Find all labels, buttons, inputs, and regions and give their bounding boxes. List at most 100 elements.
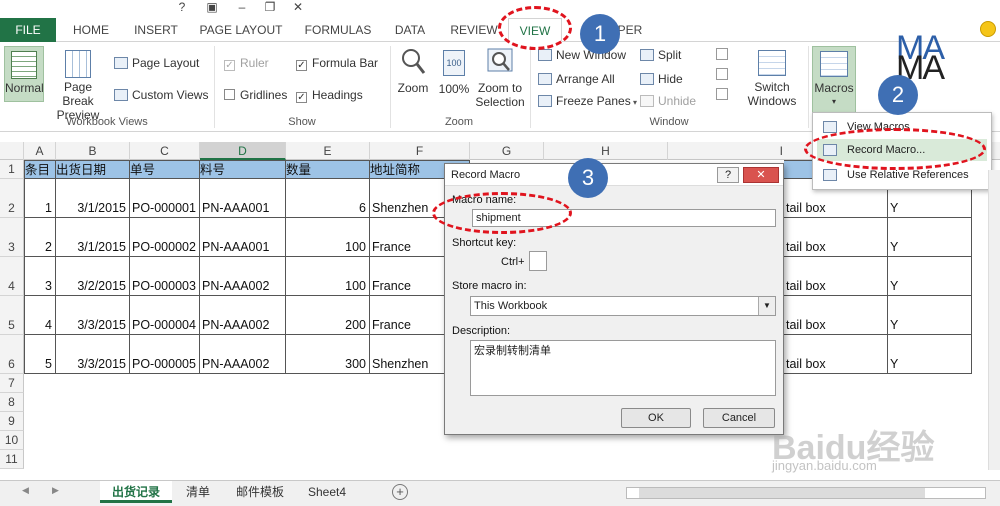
table-cell[interactable]: PN-AAA002 [200,257,286,296]
column-header[interactable]: A [24,142,56,160]
help-icon[interactable]: ? [170,0,194,16]
side-by-side-icons[interactable] [716,48,730,108]
column-header[interactable]: G [470,142,544,160]
freeze-panes-button[interactable]: Freeze Panes ▾ [538,92,637,110]
description-textarea[interactable]: 宏录制转制清单 [470,340,776,396]
row-header[interactable]: 11 [0,450,24,469]
store-macro-select[interactable]: This Workbook [470,296,776,316]
table-cell[interactable]: 300 [286,335,370,374]
tab-page-layout[interactable]: PAGE LAYOUT [194,18,288,42]
shortcut-key-input[interactable] [529,251,547,271]
row-header[interactable]: 1 [0,160,24,179]
table-cell[interactable]: tail box [784,257,888,296]
add-sheet-icon[interactable]: + [392,484,408,500]
table-cell[interactable]: PO-000002 [130,218,200,257]
row-header[interactable]: 3 [0,218,24,257]
sheet-tab-active[interactable]: 出货记录 [100,481,172,503]
table-cell[interactable]: PO-000005 [130,335,200,374]
row-header[interactable]: 4 [0,257,24,296]
table-cell[interactable]: 100 [286,257,370,296]
table-cell[interactable]: 3/1/2015 [56,179,130,218]
row-header[interactable]: 6 [0,335,24,374]
table-cell[interactable]: tail box [784,335,888,374]
normal-view-button[interactable]: Normal [4,46,44,102]
smiley-feedback-icon[interactable] [980,21,996,37]
macros-button[interactable]: Macros ▾ [812,46,856,114]
minimize-icon[interactable]: ‒ [230,0,254,16]
row-header[interactable]: 9 [0,412,24,431]
scrollbar-thumb[interactable] [639,488,925,498]
scroll-right-icon[interactable]: ▶ [52,485,59,496]
table-cell[interactable]: tail box [784,218,888,257]
tab-home[interactable]: HOME [66,18,116,42]
tab-review[interactable]: REVIEW [446,18,502,42]
table-cell[interactable]: PN-AAA001 [200,218,286,257]
table-cell[interactable]: PO-000003 [130,257,200,296]
header-cell[interactable]: 单号 [130,160,200,179]
tab-formulas[interactable]: FORMULAS [298,18,378,42]
table-cell[interactable]: Y [888,257,972,296]
sheet-tab[interactable]: Sheet4 [300,481,354,503]
table-cell[interactable]: PO-000001 [130,179,200,218]
row-header[interactable]: 5 [0,296,24,335]
table-cell[interactable]: 3/2/2015 [56,257,130,296]
table-cell[interactable]: 3/3/2015 [56,335,130,374]
dropdown-arrow-icon[interactable]: ▼ [758,297,775,315]
table-cell[interactable]: 4 [24,296,56,335]
table-cell[interactable]: 2 [24,218,56,257]
row-header[interactable]: 2 [0,179,24,218]
table-cell[interactable]: 3/1/2015 [56,218,130,257]
scroll-left-icon[interactable]: ◀ [22,485,29,496]
zoom-100-button[interactable]: 100 100% [436,46,472,102]
horizontal-scrollbar[interactable] [626,487,986,499]
custom-views-button[interactable]: Custom Views [114,86,208,104]
hide-button[interactable]: Hide [640,70,683,88]
arrange-all-button[interactable]: Arrange All [538,70,615,88]
dialog-close-button[interactable]: ✕ [743,167,779,183]
header-cell[interactable]: 数量 [286,160,370,179]
column-header[interactable]: B [56,142,130,160]
table-cell[interactable]: 5 [24,335,56,374]
close-icon[interactable]: ✕ [286,0,310,16]
ruler-checkbox[interactable]: ✓ Ruler [224,54,269,72]
table-cell[interactable]: Y [888,296,972,335]
table-cell[interactable]: 1 [24,179,56,218]
sheet-tab[interactable]: 清单 [176,481,220,503]
table-cell[interactable]: PN-AAA001 [200,179,286,218]
table-cell[interactable]: 100 [286,218,370,257]
tab-insert[interactable]: INSERT [128,18,184,42]
table-cell[interactable]: PO-000004 [130,296,200,335]
row-header[interactable]: 10 [0,431,24,450]
table-cell[interactable]: 3/3/2015 [56,296,130,335]
split-button[interactable]: Split [640,46,681,64]
column-header[interactable]: E [286,142,370,160]
unhide-button[interactable]: Unhide [640,92,696,110]
column-header-selected[interactable]: D [200,142,286,160]
zoom-button[interactable]: Zoom [394,46,432,102]
table-cell[interactable]: Y [888,218,972,257]
formula-bar-checkbox[interactable]: ✓ Formula Bar [296,54,378,72]
row-header[interactable]: 8 [0,393,24,412]
table-cell[interactable]: tail box [784,296,888,335]
column-header[interactable]: H [544,142,668,160]
headings-checkbox[interactable]: ✓ Headings [296,86,363,104]
header-cell[interactable]: 条目 [24,160,56,179]
cancel-button[interactable]: Cancel [703,408,775,428]
select-all-corner[interactable] [0,142,24,160]
ribbon-display-icon[interactable]: ▣ [200,0,224,16]
table-cell[interactable]: 3 [24,257,56,296]
tab-data[interactable]: DATA [388,18,432,42]
dialog-help-button[interactable]: ? [717,167,739,183]
table-cell[interactable]: PN-AAA002 [200,335,286,374]
column-header[interactable]: F [370,142,470,160]
zoom-to-selection-button[interactable]: Zoom to Selection [474,46,526,114]
table-cell[interactable]: Y [888,335,972,374]
tab-file[interactable]: FILE [0,18,56,42]
restore-icon[interactable]: ❐ [258,0,282,16]
header-cell[interactable]: 出货日期 [56,160,130,179]
row-header[interactable]: 7 [0,374,24,393]
page-layout-button[interactable]: Page Layout [114,54,199,72]
table-cell[interactable]: 200 [286,296,370,335]
page-break-preview-button[interactable]: Page Break Preview [48,46,108,122]
sheet-tab[interactable]: 邮件模板 [224,481,296,503]
